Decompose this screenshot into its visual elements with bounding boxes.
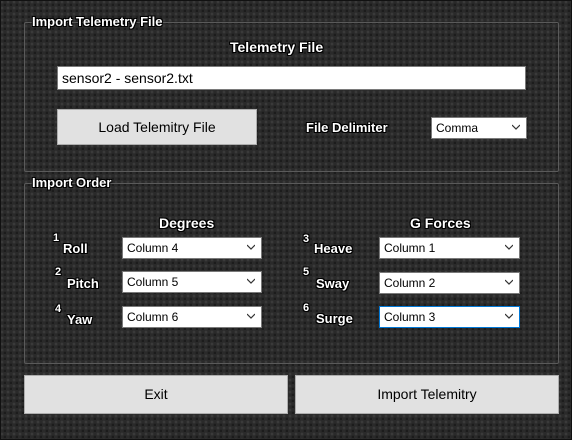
yaw-column-select[interactable]: Column 6 <box>122 306 262 328</box>
file-delimiter-value: Comma <box>436 121 479 135</box>
surge-order-number: 6 <box>303 302 310 314</box>
chevron-down-icon <box>512 124 520 130</box>
heave-order-number: 3 <box>303 233 310 245</box>
import-order-title: Import Order <box>32 175 112 190</box>
degrees-header: Degrees <box>159 215 215 231</box>
roll-order-number: 1 <box>53 232 60 244</box>
heave-column-value: Column 1 <box>384 241 436 255</box>
sway-column-select[interactable]: Column 2 <box>379 272 520 294</box>
gforces-header: G Forces <box>410 215 471 231</box>
pitch-label: Pitch <box>67 276 99 291</box>
chevron-down-icon <box>247 278 255 284</box>
chevron-down-icon <box>247 244 255 250</box>
roll-column-value: Column 4 <box>127 241 179 255</box>
telemetry-group-title: Import Telemetry File <box>32 14 163 29</box>
chevron-down-icon <box>505 244 513 250</box>
import-telemetry-button[interactable]: Import Telemitry <box>295 375 559 414</box>
chevron-down-icon <box>505 313 513 319</box>
file-path-field[interactable]: sensor2 - sensor2.txt <box>57 66 526 90</box>
file-delimiter-select[interactable]: Comma <box>431 117 527 139</box>
sway-column-value: Column 2 <box>384 276 436 290</box>
surge-column-value: Column 3 <box>384 310 436 324</box>
pitch-column-value: Column 5 <box>127 275 179 289</box>
telemetry-file-label: Telemetry File <box>230 39 324 55</box>
sway-order-number: 5 <box>303 266 310 278</box>
yaw-column-value: Column 6 <box>127 310 179 324</box>
exit-button[interactable]: Exit <box>24 375 288 414</box>
heave-label: Heave <box>314 241 353 256</box>
roll-label: Roll <box>63 241 88 256</box>
load-telemetry-file-button[interactable]: Load Telemitry File <box>57 109 257 145</box>
yaw-order-number: 4 <box>55 303 62 315</box>
pitch-column-select[interactable]: Column 5 <box>122 271 262 293</box>
surge-label: Surge <box>316 311 353 326</box>
file-delimiter-label: File Delimiter <box>306 120 388 135</box>
roll-column-select[interactable]: Column 4 <box>122 237 262 259</box>
heave-column-select[interactable]: Column 1 <box>379 237 520 259</box>
chevron-down-icon <box>247 313 255 319</box>
yaw-label: Yaw <box>67 312 93 327</box>
pitch-order-number: 2 <box>55 266 62 278</box>
sway-label: Sway <box>316 276 350 291</box>
chevron-down-icon <box>505 279 513 285</box>
surge-column-select[interactable]: Column 3 <box>379 306 520 328</box>
